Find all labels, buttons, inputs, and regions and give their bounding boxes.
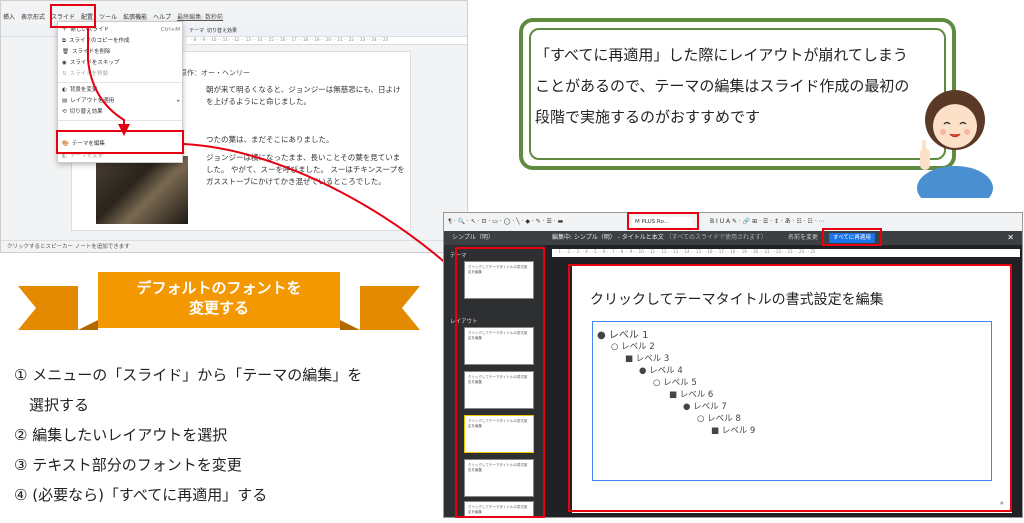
highlight-apply-all (822, 228, 882, 246)
step-2: ② 編集したいレイアウトを選択 (14, 426, 228, 444)
theme-editor-header: シンプル（明） 編集中: シンプル（明） - タイトルと本文 （すべてのスライド… (444, 231, 1022, 245)
tip-callout: 「すべてに再適用」した際にレイアウトが崩れてしまうことがあるので、テーマの編集は… (519, 18, 956, 170)
step-4: ④ (必要なら)「すべてに再適用」する (14, 486, 268, 504)
ribbon-text: デフォルトのフォントを 変更する (18, 278, 420, 318)
steps-list: ① メニューの「スライド」から「テーマの編集」を 選択する ② 編集したいレイア… (14, 360, 454, 510)
woman-illustration (917, 90, 993, 198)
heading-ribbon: デフォルトのフォントを 変更する (18, 268, 420, 338)
editor-ruler: · 1 · · 2 · · 3 · · 4 · · 5 · · 6 · · 7 … (552, 249, 1020, 257)
format-icons: B I U A ✎ · 🔗 ⊞ · ☰ · ↕ · あ · ☷ · ☷ · ⋯ (710, 218, 825, 225)
theme-name: シンプル（明） (452, 234, 494, 241)
editing-label: 編集中: シンプル（明） - タイトルと本文 （すべてのスライドで使用されます） (552, 234, 767, 241)
rename-button[interactable]: 名前を変更 (788, 231, 818, 245)
step-1: ① メニューの「スライド」から「テーマの編集」を (14, 366, 363, 384)
toolbar-icons: ¶ · 🔍 · ↖ · ⊡ · ▭ · ◯ · ╲ · ◆ · ✎ · ☰ · … (448, 218, 564, 225)
highlight-layout-panel (455, 247, 545, 518)
step-3: ③ テキスト部分のフォントを変更 (14, 456, 242, 474)
editor-toolbar: ¶ · 🔍 · ↖ · ⊡ · ▭ · ◯ · ╲ · ◆ · ✎ · ☰ · … (444, 213, 1022, 231)
callout-text: 「すべてに再適用」した際にレイアウトが崩れてしまうことがあるので、テーマの編集は… (535, 46, 910, 126)
step-1-cont: 選択する (14, 396, 90, 414)
highlight-canvas (568, 264, 1012, 512)
close-icon[interactable]: ✕ (1007, 231, 1014, 245)
ribbon-line-2: 変更する (188, 299, 249, 317)
ribbon-line-1: デフォルトのフォントを (136, 279, 302, 297)
highlight-font-select (627, 212, 699, 230)
